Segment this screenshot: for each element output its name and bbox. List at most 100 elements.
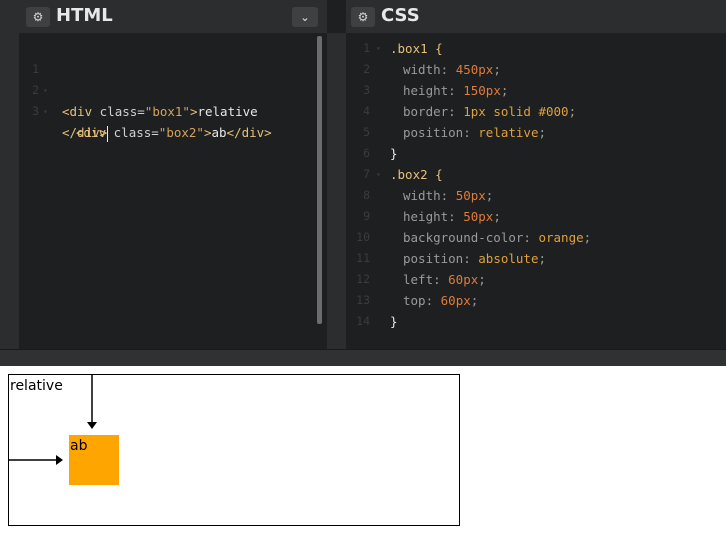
code-line: 1 ▾ <div class="box1">relative bbox=[19, 38, 327, 119]
css-semicolon: ; bbox=[493, 209, 501, 224]
line-number: 8 bbox=[363, 188, 370, 202]
box1: relative ab bbox=[8, 374, 460, 526]
code-line: 3 height: 150px; bbox=[346, 80, 726, 101]
box2-text: ab bbox=[70, 438, 88, 454]
code-token: "box2" bbox=[158, 125, 204, 140]
gear-icon: ⚙ bbox=[32, 10, 44, 24]
css-property: width: bbox=[403, 188, 456, 203]
html-pane-header: ⚙ HTML ⌄ bbox=[19, 0, 327, 33]
css-value: relative bbox=[478, 125, 539, 140]
css-value: 1px solid #000 bbox=[463, 104, 569, 119]
css-property: height: bbox=[403, 209, 464, 224]
code-token: class= bbox=[113, 125, 159, 140]
code-token: "box1" bbox=[144, 104, 190, 119]
gear-icon: ⚙ bbox=[357, 10, 369, 24]
line-number: 10 bbox=[356, 230, 370, 244]
resize-handle[interactable] bbox=[0, 349, 726, 367]
line-number: 1 bbox=[363, 41, 370, 55]
css-pane-header: ⚙ CSS bbox=[346, 0, 726, 33]
css-value: 50px bbox=[455, 188, 486, 203]
html-pane-title: HTML bbox=[56, 5, 113, 26]
code-line: 1 ▾ .box1 { bbox=[346, 38, 726, 59]
code-line: 4 border: 1px solid #000; bbox=[346, 101, 726, 122]
html-scrollbar[interactable] bbox=[317, 36, 322, 324]
css-value: 450px bbox=[455, 62, 494, 77]
html-code-editor[interactable]: 1 ▾ <div class="box1">relative 2 ▾ <div … bbox=[19, 38, 327, 142]
css-pane: ⚙ CSS 1 ▾ .box1 {2 width: 450px; 3 height: 15… bbox=[346, 0, 726, 349]
code-line: 2 width: 450px; bbox=[346, 59, 726, 80]
line-number: 9 bbox=[363, 209, 370, 223]
line-number: 2 bbox=[363, 62, 370, 76]
text-cursor bbox=[107, 125, 109, 142]
code-line: 10 background-color: orange; bbox=[346, 227, 726, 248]
css-value: 150px bbox=[463, 83, 501, 98]
code-line: 14} bbox=[346, 311, 726, 332]
css-selector: .box2 { bbox=[390, 167, 443, 182]
css-semicolon: ; bbox=[470, 293, 479, 308]
code-token: ab bbox=[211, 125, 227, 140]
left-gutter bbox=[0, 0, 19, 349]
box2: ab bbox=[69, 435, 119, 485]
css-value: absolute bbox=[478, 251, 539, 266]
code-line: 5 position: relative; bbox=[346, 122, 726, 143]
css-property: position: bbox=[403, 125, 479, 140]
css-value: orange bbox=[538, 230, 584, 245]
code-token: class= bbox=[99, 104, 145, 119]
code-line: 12 left: 60px; bbox=[346, 269, 726, 290]
result-preview: relative ab bbox=[0, 366, 726, 537]
code-line: 11 position: absolute; bbox=[346, 248, 726, 269]
pane-divider[interactable] bbox=[327, 33, 346, 349]
css-value: 60px bbox=[440, 293, 471, 308]
line-number: 12 bbox=[356, 272, 370, 286]
code-line: 8 width: 50px; bbox=[346, 185, 726, 206]
code-line: 2 ▾ <div class="box2">ab</div> bbox=[19, 59, 327, 140]
code-line: 6} bbox=[346, 143, 726, 164]
css-property: background-color: bbox=[403, 230, 539, 245]
code-token: relative bbox=[197, 104, 258, 119]
css-property: height: bbox=[403, 83, 464, 98]
css-property: width: bbox=[403, 62, 456, 77]
code-line: 3 </div> bbox=[19, 80, 327, 142]
css-selector: } bbox=[390, 314, 398, 329]
line-number: 11 bbox=[356, 251, 370, 265]
css-semicolon: ; bbox=[568, 104, 577, 119]
html-settings-button[interactable]: ⚙ bbox=[26, 7, 50, 27]
css-semicolon: ; bbox=[500, 83, 509, 98]
css-settings-button[interactable]: ⚙ bbox=[351, 7, 375, 27]
line-number: 3 bbox=[32, 104, 39, 118]
line-number: 6 bbox=[363, 146, 370, 160]
line-number: 3 bbox=[363, 83, 370, 97]
line-number: 5 bbox=[363, 125, 370, 139]
css-property: left: bbox=[403, 272, 449, 287]
css-property: border: bbox=[403, 104, 464, 119]
fold-arrow-icon[interactable]: ▾ bbox=[376, 164, 381, 185]
html-pane: ⚙ HTML ⌄ 1 ▾ <div class="box1">relative … bbox=[19, 0, 327, 349]
css-semicolon: ; bbox=[485, 188, 494, 203]
line-number: 14 bbox=[356, 314, 370, 328]
html-collapse-button[interactable]: ⌄ bbox=[292, 7, 318, 27]
css-value: 60px bbox=[448, 272, 479, 287]
css-value: 50px bbox=[463, 209, 494, 224]
editor-area: ⚙ HTML ⌄ 1 ▾ <div class="box1">relative … bbox=[0, 0, 726, 349]
css-semicolon: ; bbox=[538, 251, 547, 266]
css-property: top: bbox=[403, 293, 441, 308]
code-token: </div> bbox=[62, 125, 108, 140]
chevron-down-icon: ⌄ bbox=[300, 10, 310, 24]
code-token: </div> bbox=[226, 125, 272, 140]
code-line: 9 height: 50px; bbox=[346, 206, 726, 227]
css-semicolon: ; bbox=[538, 125, 547, 140]
css-property: position: bbox=[403, 251, 479, 266]
fold-arrow-icon[interactable]: ▾ bbox=[376, 38, 381, 59]
css-semicolon: ; bbox=[493, 62, 501, 77]
line-number: 7 bbox=[363, 167, 370, 181]
css-selector: .box1 { bbox=[390, 41, 443, 56]
code-line: 13 top: 60px; bbox=[346, 290, 726, 311]
line-number: 13 bbox=[356, 293, 370, 307]
line-number: 4 bbox=[363, 104, 370, 118]
css-semicolon: ; bbox=[583, 230, 592, 245]
css-selector: } bbox=[390, 146, 398, 161]
code-line: 7 ▾ .box2 { bbox=[346, 164, 726, 185]
box1-text: relative bbox=[10, 378, 63, 394]
css-code-editor[interactable]: 1 ▾ .box1 { 2 width: 450px; 3 height: 150px; 4 b… bbox=[346, 38, 726, 332]
css-semicolon: ; bbox=[478, 272, 486, 287]
